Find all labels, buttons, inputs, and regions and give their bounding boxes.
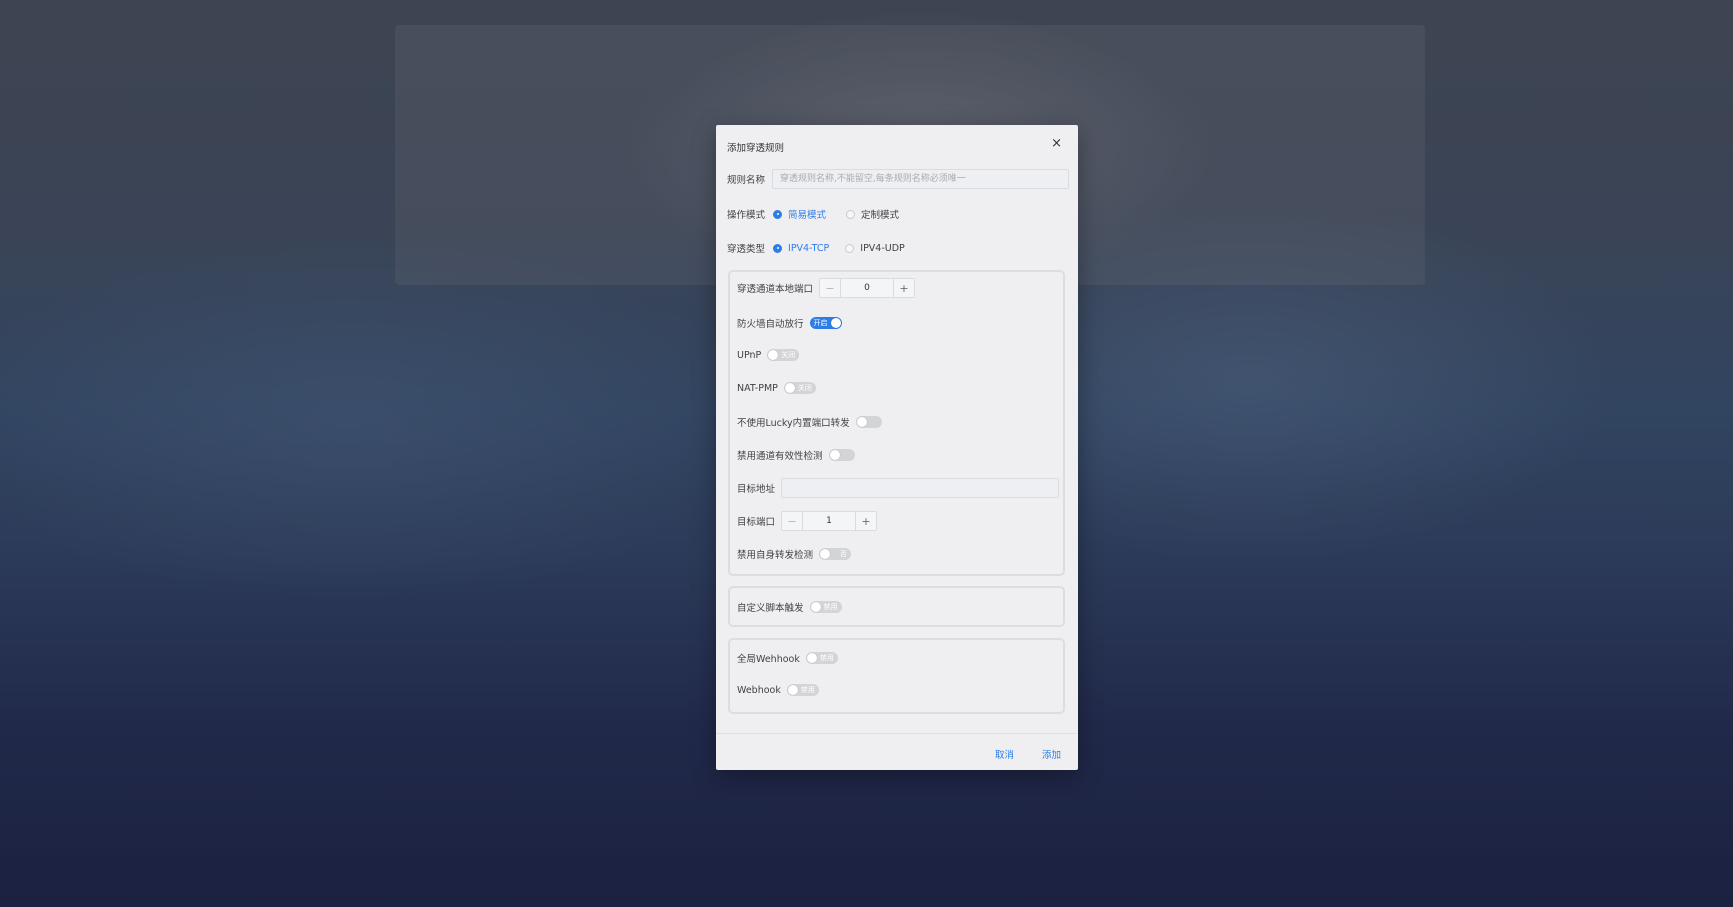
type-label: 穿透类型: [727, 244, 766, 255]
script-toggle-text: 禁用: [823, 603, 838, 611]
disable-self-forward-check-label: 禁用自身转发检测: [737, 550, 814, 561]
global-webhook-toggle-text: 禁用: [819, 654, 834, 662]
webhook-toggle[interactable]: 禁用: [786, 684, 819, 696]
firewall-toggle[interactable]: 开启: [809, 317, 842, 329]
toggle-knob: [806, 653, 817, 663]
firewall-toggle-text: 开启: [813, 319, 828, 327]
radio-dot-icon: [845, 243, 855, 253]
global-webhook-label: 全局Wehhook: [737, 654, 800, 665]
cancel-button[interactable]: 取消: [995, 747, 1014, 761]
no-lucky-forward-label: 不使用Lucky内置端口转发: [737, 418, 850, 429]
toggle-knob: [856, 417, 867, 427]
radio-dot-icon: [773, 243, 783, 253]
natpmp-toggle[interactable]: 关闭: [783, 382, 816, 394]
upnp-label: UPnP: [737, 349, 762, 361]
add-rule-dialog: 添加穿透规则 × 规则名称 穿透规则名称,不能留空,每条规则名称必须唯一 操作模…: [716, 125, 1078, 770]
target-address-input[interactable]: [781, 478, 1060, 498]
upnp-toggle[interactable]: 关闭: [767, 349, 800, 361]
upnp-toggle-text: 关闭: [781, 351, 796, 359]
close-icon[interactable]: ×: [1051, 137, 1062, 151]
footer-divider: [716, 733, 1078, 734]
firewall-label: 防火墙自动放行: [737, 319, 804, 330]
toggle-knob: [829, 450, 840, 460]
plus-icon[interactable]: +: [893, 279, 915, 297]
mode-label: 操作模式: [727, 210, 766, 221]
toggle-knob: [787, 685, 798, 695]
script-trigger-section: 自定义脚本触发 禁用: [728, 586, 1065, 627]
toggle-knob: [810, 602, 821, 612]
script-trigger-label: 自定义脚本触发: [737, 603, 804, 614]
type-udp-radio[interactable]: IPV4-UDP: [845, 243, 905, 254]
natpmp-label: NAT-PMP: [737, 382, 778, 394]
mode-custom-radio[interactable]: 定制模式: [846, 207, 899, 221]
radio-dot-icon: [773, 209, 783, 219]
webhook-label: Webhook: [737, 684, 781, 696]
script-trigger-toggle[interactable]: 禁用: [809, 601, 842, 613]
webhook-section: 全局Wehhook 禁用 Webhook 禁用: [728, 638, 1065, 714]
target-port-label: 目标端口: [737, 517, 776, 528]
toggle-knob: [768, 350, 779, 360]
target-port-stepper[interactable]: − 1 +: [781, 511, 878, 531]
mode-simple-label: 简易模式: [788, 210, 827, 221]
toggle-knob: [784, 383, 795, 393]
mode-simple-radio[interactable]: 简易模式: [773, 207, 826, 221]
radio-dot-icon: [846, 209, 856, 219]
dialog-title: 添加穿透规则: [727, 143, 785, 154]
type-udp-label: IPV4-UDP: [860, 242, 905, 254]
local-port-stepper[interactable]: − 0 +: [819, 278, 916, 298]
webhook-toggle-text: 禁用: [800, 686, 815, 694]
global-webhook-toggle[interactable]: 禁用: [805, 652, 838, 664]
toggle-knob: [820, 549, 831, 559]
tunnel-settings-section: 穿透通道本地端口 − 0 + 防火墙自动放行 开启 UPnP 关闭 NAT-PM…: [728, 270, 1065, 576]
minus-icon[interactable]: −: [820, 279, 842, 297]
local-port-value[interactable]: 0: [841, 283, 893, 293]
type-tcp-label: IPV4-TCP: [788, 242, 830, 254]
target-port-value[interactable]: 1: [803, 516, 855, 526]
no-lucky-forward-toggle[interactable]: [855, 416, 882, 428]
disable-self-forward-check-toggle[interactable]: 否: [819, 548, 852, 560]
minus-icon[interactable]: −: [782, 512, 804, 530]
self-forward-toggle-text: 否: [840, 550, 848, 558]
natpmp-toggle-text: 关闭: [797, 384, 812, 392]
rule-name-input[interactable]: 穿透规则名称,不能留空,每条规则名称必须唯一: [772, 169, 1070, 189]
mode-custom-label: 定制模式: [861, 210, 900, 221]
target-address-label: 目标地址: [737, 484, 776, 495]
disable-tunnel-check-toggle[interactable]: [828, 449, 855, 461]
toggle-knob: [830, 318, 841, 328]
rule-name-label: 规则名称: [727, 175, 766, 186]
local-port-label: 穿透通道本地端口: [737, 284, 814, 295]
type-tcp-radio[interactable]: IPV4-TCP: [773, 243, 829, 254]
plus-icon[interactable]: +: [855, 512, 877, 530]
disable-tunnel-check-label: 禁用通道有效性检测: [737, 451, 823, 462]
add-button[interactable]: 添加: [1042, 747, 1061, 761]
